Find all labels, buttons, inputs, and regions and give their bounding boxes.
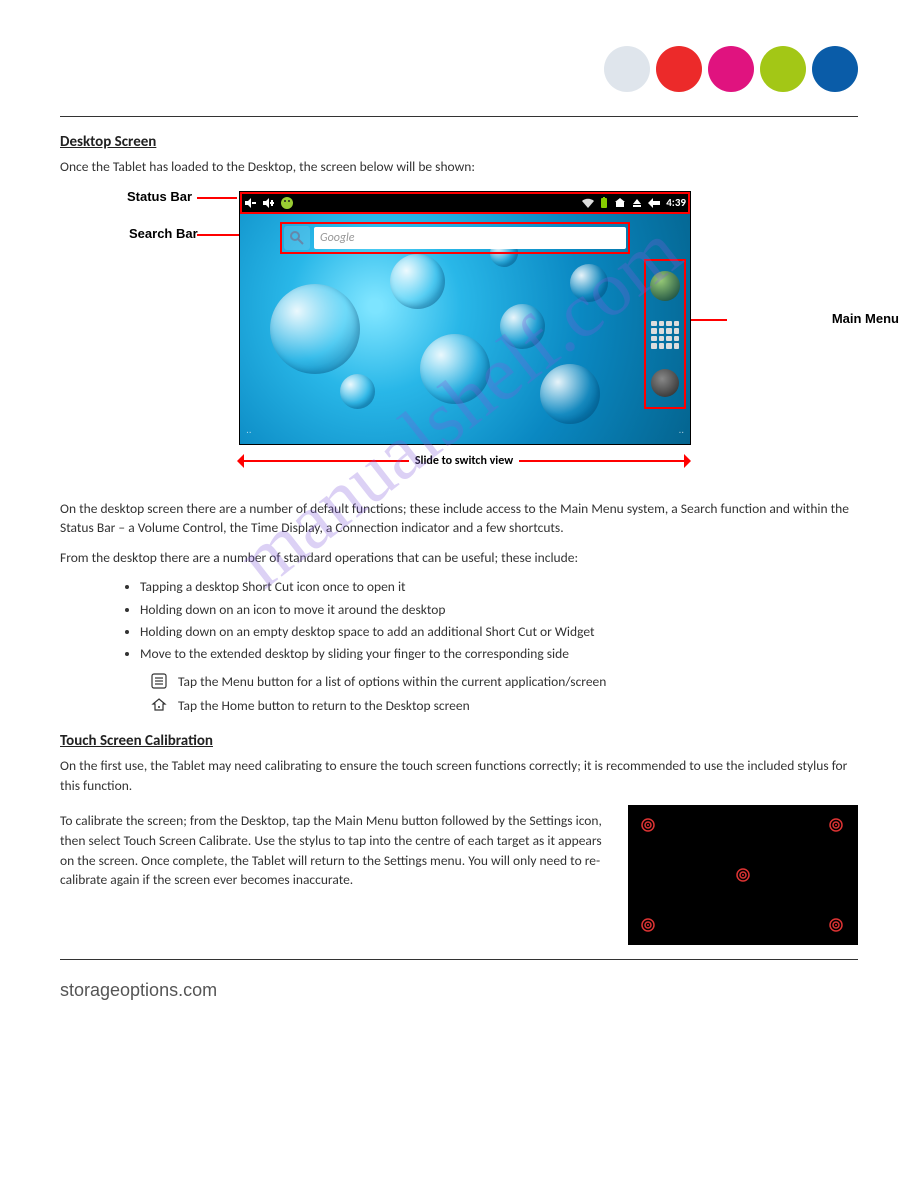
brand-dot <box>812 46 858 92</box>
list-item: Holding down on an icon to move it aroun… <box>140 600 858 620</box>
slide-arrow-row: Slide to switch view <box>239 451 689 471</box>
label-search-bar: Search Bar <box>129 226 198 241</box>
back-arrow-icon <box>648 198 660 208</box>
battery-icon <box>600 197 608 209</box>
menu-icon <box>150 672 168 690</box>
list-item: Tapping a desktop Short Cut icon once to… <box>140 577 858 597</box>
search-icon <box>284 226 310 250</box>
section-title-desktop: Desktop Screen <box>60 133 858 151</box>
volume-down-icon <box>244 197 258 209</box>
list-item: Holding down on an empty desktop space t… <box>140 622 858 642</box>
after-figure-p1: On the desktop screen there are a number… <box>60 499 858 538</box>
label-status-bar: Status Bar <box>127 189 192 204</box>
slide-caption: Slide to switch view <box>409 454 519 468</box>
desktop-figure: Status Bar Search Bar Main Menu <box>139 191 779 471</box>
target-icon <box>640 817 656 833</box>
section-title-calibration: Touch Screen Calibration <box>60 732 858 750</box>
footer-url: storageoptions.com <box>60 980 858 1001</box>
label-main-menu: Main Menu <box>832 311 899 326</box>
after-figure-p2: From the desktop there are a number of s… <box>60 548 858 568</box>
menu-button-text: Tap the Menu button for a list of option… <box>178 673 606 690</box>
arrow-status <box>197 197 237 199</box>
arrow-right-icon <box>519 460 689 462</box>
brand-dot <box>656 46 702 92</box>
settings-icon <box>651 369 679 397</box>
home-button-text: Tap the Home button to return to the Des… <box>178 697 470 714</box>
target-icon <box>828 817 844 833</box>
bottom-divider <box>60 959 858 960</box>
calib-p1: On the first use, the Tablet may need ca… <box>60 756 858 795</box>
top-divider <box>60 116 858 117</box>
calibration-figure <box>628 805 858 945</box>
page-indicator-left: ∙∙ <box>246 425 252 438</box>
wallpaper: Google ∙∙ ∙∙ <box>240 214 690 444</box>
home-button-row: Tap the Home button to return to the Des… <box>150 696 858 714</box>
menu-button-row: Tap the Menu button for a list of option… <box>150 672 858 690</box>
calib-p2: To calibrate the screen; from the Deskto… <box>60 811 614 889</box>
brand-dot <box>760 46 806 92</box>
list-item: Move to the extended desktop by sliding … <box>140 644 858 664</box>
wifi-icon <box>582 198 594 208</box>
intro-text: Once the Tablet has loaded to the Deskto… <box>60 157 858 177</box>
search-input: Google <box>314 227 626 249</box>
arrow-mainmenu <box>687 319 727 321</box>
apps-grid-icon <box>651 321 679 349</box>
target-icon <box>735 867 751 883</box>
home-icon <box>614 197 626 209</box>
brand-dots <box>604 46 858 92</box>
brand-dot <box>708 46 754 92</box>
target-icon <box>640 917 656 933</box>
status-time: 4:39 <box>666 196 686 209</box>
home-icon <box>150 696 168 714</box>
arrow-left-icon <box>239 460 409 462</box>
page-indicator-right: ∙∙ <box>678 425 684 438</box>
android-icon <box>280 196 294 210</box>
target-icon <box>828 917 844 933</box>
search-widget: Google <box>280 222 630 254</box>
bullet-list: Tapping a desktop Short Cut icon once to… <box>100 577 858 664</box>
eject-icon <box>632 198 642 208</box>
status-bar: 4:39 <box>240 192 690 214</box>
brand-dot <box>604 46 650 92</box>
volume-up-icon <box>262 197 276 209</box>
browser-icon <box>650 271 680 301</box>
main-menu-dock <box>644 259 686 409</box>
tablet-screenshot: 4:39 Google <box>239 191 691 445</box>
